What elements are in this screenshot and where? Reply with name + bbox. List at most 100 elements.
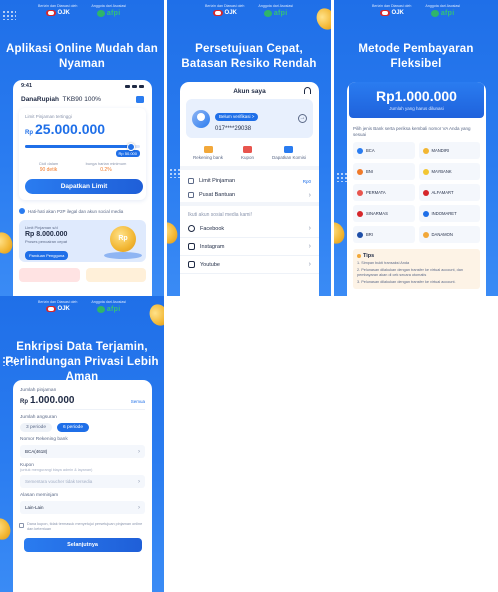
tile-left[interactable] (19, 268, 80, 282)
stat-left-label: Cicil dalam (38, 161, 59, 166)
phone-screen-payment: Rp1.000.000 Jumlah yang harus dilunasi P… (347, 82, 486, 296)
ojk-text: OJK (57, 306, 70, 312)
quick-bank-account[interactable]: Rekening bank (193, 146, 223, 160)
battery-icon (139, 84, 144, 88)
message-icon[interactable] (136, 96, 144, 103)
loan-amount-value: 1.000.000 (30, 395, 75, 406)
headset-icon[interactable] (304, 87, 311, 94)
tips-line: 3. Pelunasan dilakukan dengan transfer k… (357, 280, 456, 284)
bank-account-select[interactable]: BCA(4618) › (20, 445, 145, 458)
bank-hint: Pilih jenis Bank serta periksa kembali n… (353, 126, 471, 137)
status-time: 9:41 (21, 83, 33, 89)
bank-option[interactable]: BCA (353, 142, 415, 159)
bank-name: MAYBANK (431, 169, 452, 174)
tips-icon (357, 254, 361, 258)
warning-notice: Hati-hati akan P2P ilegal dan akun socia… (19, 208, 146, 214)
user-card[interactable]: Belum verifikasi > 017****29038 → (186, 99, 313, 138)
afpi-text: afpi (440, 10, 455, 17)
coupon-select[interactable]: Sementara voucher tidak tersedia › (20, 475, 145, 488)
ojk-icon (212, 10, 223, 16)
promo-banner[interactable]: Limit Pinjaman s/d Rp 8.000.000 Proses p… (19, 220, 146, 262)
bank-option[interactable]: BRI (353, 226, 415, 243)
installment-label: Jumlah angsuran (20, 415, 57, 420)
repay-amount: Rp1.000.000 (376, 88, 457, 104)
slider-knob[interactable] (126, 142, 135, 151)
reason-label: Alasan meminjam (20, 493, 59, 498)
repay-label: Jumlah yang harus dilunasi (389, 106, 444, 111)
coin-icon (334, 219, 348, 247)
arrow-right-icon[interactable]: → (298, 114, 307, 123)
user-guide-button[interactable]: Panduan Pengguna (25, 251, 69, 260)
quick-label: Dapatkan Komisi (271, 155, 306, 160)
panel-loan-form: Berizin dan Diawasi oleh OJK Anggota dar… (0, 296, 164, 592)
social-label: Facebook (200, 225, 225, 232)
social-instagram[interactable]: Instagram › (180, 238, 319, 256)
ojk-logo: Berizin dan Diawasi oleh OJK (38, 4, 77, 17)
bank-option[interactable]: PERMATA (353, 184, 415, 201)
coin-icon (167, 219, 181, 247)
chevron-right-icon: › (308, 191, 311, 199)
currency-label: Rp (20, 399, 28, 405)
get-limit-button[interactable]: Dapatkan Limit (25, 179, 143, 194)
menu-loan-limit[interactable]: Limit Pinjaman Rp0 (180, 174, 319, 188)
period-option-3[interactable]: 3 periode (20, 423, 53, 432)
loan-amount-row[interactable]: Rp 1.000.000 Semua (20, 395, 145, 410)
ojk-text: OJK (57, 10, 70, 16)
afpi-text: afpi (273, 10, 288, 17)
bank-name: ALFAMART (431, 190, 454, 195)
bank-option[interactable]: MANDIRI (418, 142, 480, 159)
logo-bar: Berizin dan Diawasi oleh OJK Anggota dar… (167, 4, 331, 17)
tips-title: Tips (357, 253, 476, 259)
bank-name: MANDIRI (431, 148, 450, 153)
period-option-6[interactable]: 6 periode (57, 423, 90, 432)
stats-row: Cicil dalam 90 detik bunga harian minimum… (25, 161, 140, 173)
menu-help-center[interactable]: Pusat Bantuan › (180, 188, 319, 202)
bank-logo-icon (422, 168, 429, 175)
verify-badge[interactable]: Belum verifikasi > (215, 112, 259, 121)
screenshot-grid: Berizin dan Diawasi oleh OJK Anggota dar… (0, 0, 498, 592)
afpi-logo: Anggota dari Asosiasi afpi (258, 4, 293, 17)
afpi-icon (263, 10, 272, 17)
bank-name: SINARMAS (366, 211, 388, 216)
bank-option[interactable]: DANAMON (418, 226, 480, 243)
quick-coupon[interactable]: Kupon (241, 146, 254, 160)
afpi-caption: Anggota dari Asosiasi (258, 4, 293, 8)
reason-select[interactable]: Lain-Lain › (20, 501, 145, 514)
bank-option[interactable]: MAYBANK (418, 163, 480, 180)
agreement[interactable]: Dana kupon, tidak termasuk menyetujui pe… (13, 522, 152, 532)
limit-slider[interactable] (25, 142, 140, 151)
limit-card: Limit Pinjaman tertinggi Rp 25.000.000 Rp… (19, 108, 146, 200)
next-button[interactable]: Selanjutnya (23, 538, 142, 552)
loan-form: Jumlah pinjaman Rp 1.000.000 Semua Jumla… (13, 380, 152, 514)
bank-logo-icon (422, 189, 429, 196)
ojk-caption: Berizin dan Diawasi oleh (205, 4, 245, 8)
headline: Persetujuan Cepat, Batasan Resiko Rendah (167, 42, 331, 72)
select-all-link[interactable]: Semua (131, 399, 145, 404)
status-bar: 9:41 (13, 80, 152, 92)
slider-fill (25, 145, 131, 148)
gift-icon (284, 146, 294, 153)
logo-bar: Berizin dan Diawasi oleh OJK Anggota dar… (334, 4, 498, 17)
quick-actions: Rekening bank Kupon Dapatkan Komisi (180, 138, 319, 170)
agree-checkbox[interactable] (19, 522, 24, 528)
wifi-icon (132, 84, 137, 88)
status-icons (125, 84, 144, 88)
bank-option[interactable]: BNI (353, 163, 415, 180)
social-facebook[interactable]: Facebook › (180, 220, 319, 238)
afpi-caption: Anggota dari Asosiasi (91, 4, 126, 8)
bank-option[interactable]: INDOMARET (418, 205, 480, 222)
tips-line: 1. Simpan bukti transaksi Anda (357, 261, 410, 265)
headline-line-1: Enkripsi Data Terjamin, (16, 341, 148, 353)
bank-option[interactable]: ALFAMART (418, 184, 480, 201)
social-youtube[interactable]: Youtube › (180, 256, 319, 274)
bank-option[interactable]: SINARMAS (353, 205, 415, 222)
quick-commission[interactable]: Dapatkan Komisi (272, 146, 306, 160)
rp-coin-icon: Rp (110, 226, 136, 252)
afpi-logo: Anggota dari Asosiasi afpi (425, 4, 460, 17)
panel-account: Berizin dan Diawasi oleh OJK Anggota dar… (167, 0, 331, 296)
headline-line-2: Batasan Resiko Rendah (181, 58, 317, 70)
logo-bar: Berizin dan Diawasi oleh OJK Anggota dar… (0, 300, 164, 313)
dots-decoration (2, 10, 16, 20)
ojk-caption: Berizin dan Diawasi oleh (372, 4, 412, 8)
tile-right[interactable] (85, 268, 146, 282)
